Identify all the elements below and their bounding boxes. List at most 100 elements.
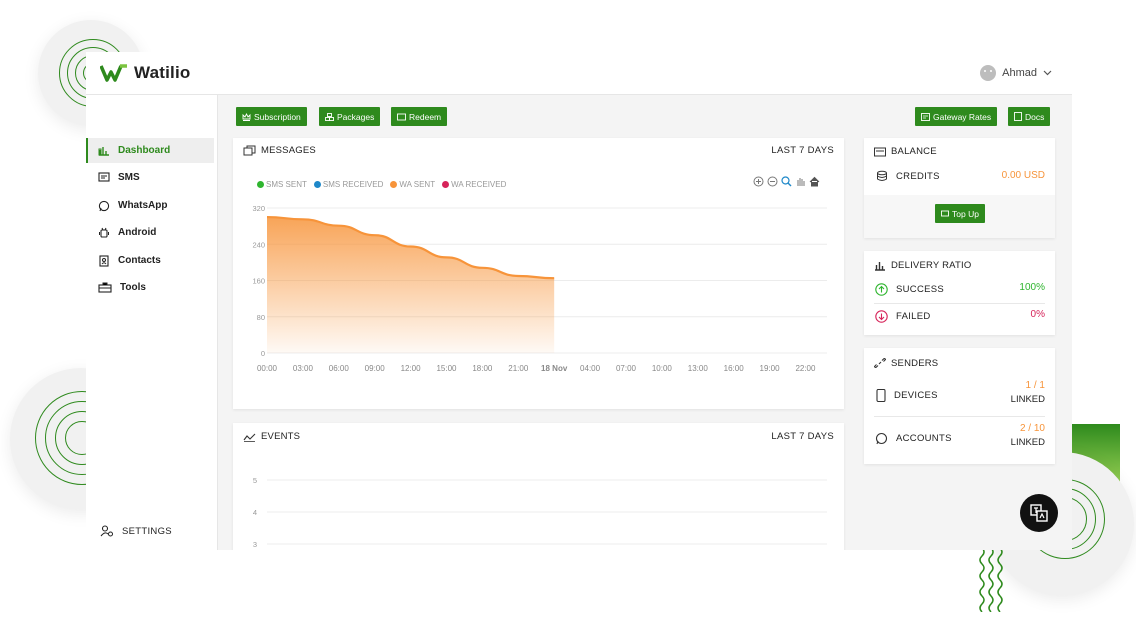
sidebar-item-contacts[interactable]: Contacts xyxy=(86,248,214,273)
events-period: LAST 7 DAYS xyxy=(771,431,834,442)
zoom-out-icon[interactable] xyxy=(767,176,778,187)
whatsapp-icon xyxy=(98,200,110,211)
accounts-row-label: ACCOUNTS xyxy=(875,432,952,445)
senders-title: SENDERS xyxy=(874,357,938,369)
document-icon xyxy=(1014,112,1022,121)
top-up-button[interactable]: Top Up xyxy=(935,204,985,223)
credits-row-label: CREDITS xyxy=(876,170,940,182)
y-tick-label: 4 xyxy=(253,508,257,517)
events-trend-icon xyxy=(243,433,256,442)
x-tick-label: 18:00 xyxy=(472,364,493,373)
y-tick-label: 5 xyxy=(253,476,257,485)
messages-card: MESSAGES LAST 7 DAYS SMS SENT SMS RECEIV… xyxy=(233,138,844,409)
x-tick-label: 18 Nov xyxy=(541,364,568,373)
x-tick-label: 10:00 xyxy=(652,364,673,373)
sidebar-item-label: Tools xyxy=(120,282,146,293)
sidebar-item-tools[interactable]: Tools xyxy=(86,275,214,300)
wa-sent-area xyxy=(267,217,555,353)
sidebar-item-dashboard[interactable]: Dashboard xyxy=(86,138,214,163)
sidebar-item-label: SMS xyxy=(118,172,140,183)
y-tick-label: 0 xyxy=(261,349,265,358)
y-tick-label: 240 xyxy=(252,240,265,249)
delivery-ratio-card: DELIVERY RATIO SUCCESS 100% FAILED 0% xyxy=(864,251,1055,335)
balance-title: BALANCE xyxy=(874,146,937,157)
sidebar-item-label: Dashboard xyxy=(118,145,171,156)
android-icon xyxy=(99,227,109,238)
devices-value: 1 / 1 xyxy=(1025,380,1045,391)
sidebar-item-label: Contacts xyxy=(118,255,161,266)
decorative-squiggles xyxy=(979,547,1003,612)
avatar xyxy=(980,65,997,81)
y-tick-label: 160 xyxy=(252,277,265,286)
success-value: 100% xyxy=(1019,282,1045,293)
x-tick-label: 22:00 xyxy=(795,364,816,373)
sidebar-item-android[interactable]: Android xyxy=(86,220,214,245)
legend-sms-received[interactable]: SMS RECEIVED xyxy=(313,180,383,189)
sidebar-item-sms[interactable]: SMS xyxy=(86,165,214,190)
x-tick-label: 16:00 xyxy=(724,364,745,373)
legend-wa-sent[interactable]: WA SENT xyxy=(390,180,435,189)
gateway-rates-button[interactable]: Gateway Rates xyxy=(915,107,998,126)
user-menu[interactable]: Ahmad xyxy=(980,65,1052,81)
app-window: Watilio Ahmad Dashboard SMS WhatsApp And… xyxy=(86,52,1072,550)
delivery-title: DELIVERY RATIO xyxy=(874,260,971,271)
failed-value: 0% xyxy=(1030,309,1045,320)
link-icon xyxy=(874,358,886,368)
brand-logo[interactable]: Watilio xyxy=(100,63,190,83)
balance-card: BALANCE CREDITS 0.00 USD Top Up xyxy=(864,138,1055,238)
x-tick-label: 03:00 xyxy=(293,364,314,373)
docs-button[interactable]: Docs xyxy=(1008,107,1051,126)
senders-divider xyxy=(874,416,1045,417)
magnifier-icon[interactable] xyxy=(781,176,792,187)
translate-icon xyxy=(1030,504,1048,522)
x-tick-label: 06:00 xyxy=(329,364,350,373)
sidebar-item-label: WhatsApp xyxy=(118,200,168,211)
devices-linked: LINKED xyxy=(1010,394,1045,405)
rates-icon xyxy=(921,112,930,121)
events-title: EVENTS xyxy=(243,431,300,442)
x-tick-label: 09:00 xyxy=(365,364,386,373)
delivery-divider xyxy=(874,303,1045,304)
events-chart: 5 4 3 xyxy=(253,476,827,549)
user-settings-icon xyxy=(100,525,113,537)
x-tick-label: 04:00 xyxy=(580,364,601,373)
brand-name: Watilio xyxy=(134,63,191,82)
senders-card: SENDERS DEVICES 1 / 1 LINKED ACCOUNTS 2 … xyxy=(864,348,1055,464)
boxes-icon xyxy=(325,112,334,121)
home-reset-icon[interactable] xyxy=(809,176,820,187)
coins-icon xyxy=(877,170,887,181)
accounts-linked: LINKED xyxy=(1010,437,1045,448)
chart-toolbar xyxy=(753,176,820,187)
sidebar-settings[interactable]: SETTINGS xyxy=(100,525,172,537)
sidebar-item-label: Android xyxy=(118,227,157,238)
contacts-icon xyxy=(99,254,109,267)
credits-value: 0.00 USD xyxy=(1001,170,1045,181)
pan-hand-icon[interactable] xyxy=(795,176,806,187)
crown-icon xyxy=(242,112,251,121)
chevron-down-icon xyxy=(1043,70,1052,76)
legend-wa-received[interactable]: WA RECEIVED xyxy=(442,180,506,189)
redeem-button[interactable]: Redeem xyxy=(391,107,448,126)
legend-sms-sent[interactable]: SMS SENT xyxy=(257,180,307,189)
x-tick-label: 19:00 xyxy=(760,364,781,373)
message-icon xyxy=(98,172,110,182)
translate-button[interactable] xyxy=(1020,494,1058,532)
x-tick-label: 07:00 xyxy=(616,364,637,373)
messages-chart: 320 240 160 80 0 00:00 03:00 06:00 09:00 12:00 15:… xyxy=(252,204,827,373)
messages-title: MESSAGES xyxy=(243,145,316,156)
top-bar: Watilio Ahmad xyxy=(86,52,1072,95)
messages-period: LAST 7 DAYS xyxy=(771,145,834,156)
events-card: EVENTS LAST 7 DAYS 5 4 3 xyxy=(233,423,844,550)
phone-icon xyxy=(876,389,886,402)
x-tick-label: 13:00 xyxy=(688,364,709,373)
y-tick-label: 3 xyxy=(253,540,257,549)
toolbox-icon xyxy=(98,282,112,293)
zoom-in-icon[interactable] xyxy=(753,176,764,187)
y-tick-label: 80 xyxy=(257,313,265,322)
subscription-button[interactable]: Subscription xyxy=(236,107,307,126)
chart-legend: SMS SENT SMS RECEIVED WA SENT WA RECEIVE… xyxy=(257,180,506,189)
x-tick-label: 12:00 xyxy=(401,364,422,373)
sidebar-item-whatsapp[interactable]: WhatsApp xyxy=(86,193,214,218)
arrow-down-circle-icon xyxy=(875,310,888,323)
packages-button[interactable]: Packages xyxy=(319,107,381,126)
